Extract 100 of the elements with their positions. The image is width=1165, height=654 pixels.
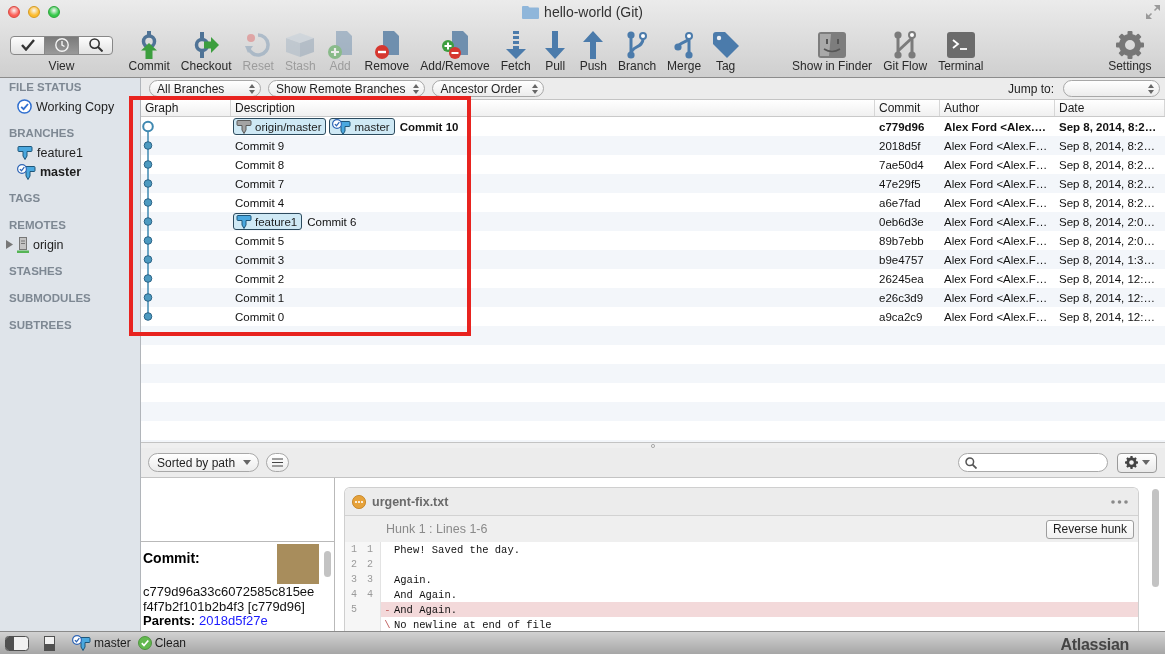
- commit-hash: b9e4757: [878, 253, 925, 266]
- toolbar-button[interactable]: Remove: [359, 30, 415, 72]
- toolbar-button[interactable]: Tag: [706, 30, 745, 72]
- caret-icon: [1141, 460, 1150, 465]
- toolbar-button[interactable]: Terminal: [932, 30, 989, 72]
- jump-to-dropdown[interactable]: [1063, 80, 1160, 97]
- sort-dropdown[interactable]: Sorted by path: [148, 453, 260, 472]
- branch-icon: [17, 145, 33, 160]
- sidebar-toggle-icon[interactable]: [5, 635, 29, 651]
- toolbar-button[interactable]: Merge: [661, 30, 707, 72]
- column-header[interactable]: Author: [940, 100, 1055, 116]
- toolbar-button[interactable]: Fetch: [495, 30, 537, 72]
- caret-icon: [243, 460, 252, 465]
- sidebar-item[interactable]: feature1: [0, 143, 140, 162]
- filter-dropdown[interactable]: Ancestor Order: [432, 80, 545, 97]
- commit-hash: c779d96: [878, 120, 926, 133]
- search-field[interactable]: [958, 453, 1108, 472]
- more-icon[interactable]: [1111, 499, 1128, 504]
- branch-icon: [236, 119, 252, 134]
- line-number: 4: [366, 589, 374, 600]
- line-number: 4: [350, 589, 358, 600]
- settings-icon: [1115, 31, 1144, 59]
- section-header: REMOTES: [8, 218, 67, 233]
- diff-marker: \: [383, 618, 392, 631]
- commit-hash: e26c3d9: [878, 291, 925, 304]
- code-line: Phew! Saved the day.: [394, 543, 521, 556]
- parents-label: Parents:: [143, 614, 196, 628]
- sidebar-item[interactable]: origin: [0, 235, 140, 254]
- branch-check-icon: [332, 118, 352, 135]
- photo-placeholder: [277, 544, 319, 584]
- zoom-button[interactable]: [48, 6, 60, 18]
- code-line: And Again.: [394, 603, 457, 616]
- settings-icon: [1124, 456, 1138, 469]
- commit-message: Commit 2: [235, 272, 285, 285]
- resize-handle-icon[interactable]: [651, 443, 655, 448]
- column-header[interactable]: Graph: [141, 100, 231, 116]
- up-down-caret-icon: [249, 83, 255, 94]
- toolbar-button[interactable]: Git Flow: [877, 30, 933, 72]
- document-plus-icon: [328, 31, 353, 59]
- toolbar-button[interactable]: Pull: [536, 30, 575, 72]
- disclosure-triangle-icon[interactable]: [6, 240, 13, 249]
- dashed-down-arrow-icon: [505, 31, 526, 59]
- minimize-button[interactable]: [28, 6, 40, 18]
- smiley-window-icon: [818, 32, 847, 58]
- parent-commit-link[interactable]: 2018d5f27e: [199, 614, 268, 628]
- check-circle-icon: [17, 99, 32, 114]
- toolbar-button[interactable]: Show in Finder: [786, 30, 878, 72]
- commit-date: Sep 8, 2014, 12:…: [1058, 291, 1156, 304]
- toolbar-button[interactable]: Commit: [123, 30, 176, 72]
- list-view-button[interactable]: [266, 453, 290, 472]
- section-header: BRANCHES: [8, 126, 76, 141]
- commit-hash: 7ae50d4: [878, 158, 925, 171]
- close-button[interactable]: [8, 6, 20, 18]
- ref-name: master: [354, 120, 390, 133]
- commit-date: Sep 8, 2014, 2:0…: [1058, 234, 1156, 247]
- clock-icon: [54, 38, 69, 52]
- fullscreen-arrows-icon[interactable]: [1146, 5, 1160, 19]
- branch-icon: [236, 214, 252, 229]
- line-number: 3: [350, 574, 358, 585]
- list-icon: [272, 458, 284, 467]
- ellipsis-circle-icon: [352, 494, 366, 509]
- reverse-hunk-button[interactable]: Reverse hunk: [1045, 519, 1134, 539]
- commit-author: Alex Ford <Alex.F…: [943, 310, 1049, 323]
- branch-flow-icon: [894, 31, 917, 59]
- commit-author: Alex Ford <Alex.F…: [943, 253, 1049, 266]
- section-header: SUBMODULES: [8, 291, 92, 306]
- commit-hash: 2018d5f: [878, 139, 922, 152]
- down-arrow-icon: [545, 31, 566, 59]
- commit-date: Sep 8, 2014, 8:2…: [1058, 139, 1156, 152]
- toolbar-button[interactable]: Add/Remove: [414, 30, 496, 72]
- code-line: Again.: [394, 573, 432, 586]
- toolbar-button[interactable]: Push: [574, 30, 613, 72]
- commit-message: Commit 0: [235, 310, 285, 323]
- commit-author: Alex Ford <Alex.F…: [943, 234, 1049, 247]
- column-header[interactable]: Description: [231, 100, 875, 116]
- settings-dropdown[interactable]: [1117, 452, 1157, 473]
- commit-date: Sep 8, 2014, 8:2…: [1058, 177, 1156, 190]
- status-text: Clean: [154, 636, 187, 650]
- section-header: SUBTREES: [8, 318, 73, 333]
- commit-message: Commit 3: [235, 253, 285, 266]
- commit-message: Commit 1: [235, 291, 285, 304]
- tag-icon: [712, 32, 739, 58]
- settings-button[interactable]: Settings: [1102, 30, 1157, 72]
- section-header: STASHES: [8, 264, 64, 279]
- toolbar-button[interactable]: Checkout: [175, 30, 238, 72]
- column-header[interactable]: Date: [1055, 100, 1165, 116]
- sidebar-item[interactable]: Working Copy: [0, 97, 140, 116]
- toolbar-button[interactable]: Branch: [612, 30, 662, 72]
- commit-hash: 89b7ebb: [878, 234, 925, 247]
- scrollbar-thumb[interactable]: [1152, 489, 1159, 587]
- column-header[interactable]: Commit: [875, 100, 940, 116]
- view-label: View: [48, 60, 75, 72]
- hunk-title: Hunk 1 : Lines 1-6: [386, 522, 488, 536]
- commit-message: Commit 8: [235, 158, 285, 171]
- sidebar-item[interactable]: master: [0, 162, 140, 181]
- commit-hash: 47e29f5: [878, 177, 922, 190]
- section-header: TAGS: [8, 191, 42, 206]
- panel-icon[interactable]: [44, 635, 55, 651]
- scrollbar-thumb[interactable]: [324, 551, 331, 577]
- commit-full-hash: c779d96a33c6072585c815eef4f7b2f101b2b4f3 [c779d96]: [143, 584, 316, 614]
